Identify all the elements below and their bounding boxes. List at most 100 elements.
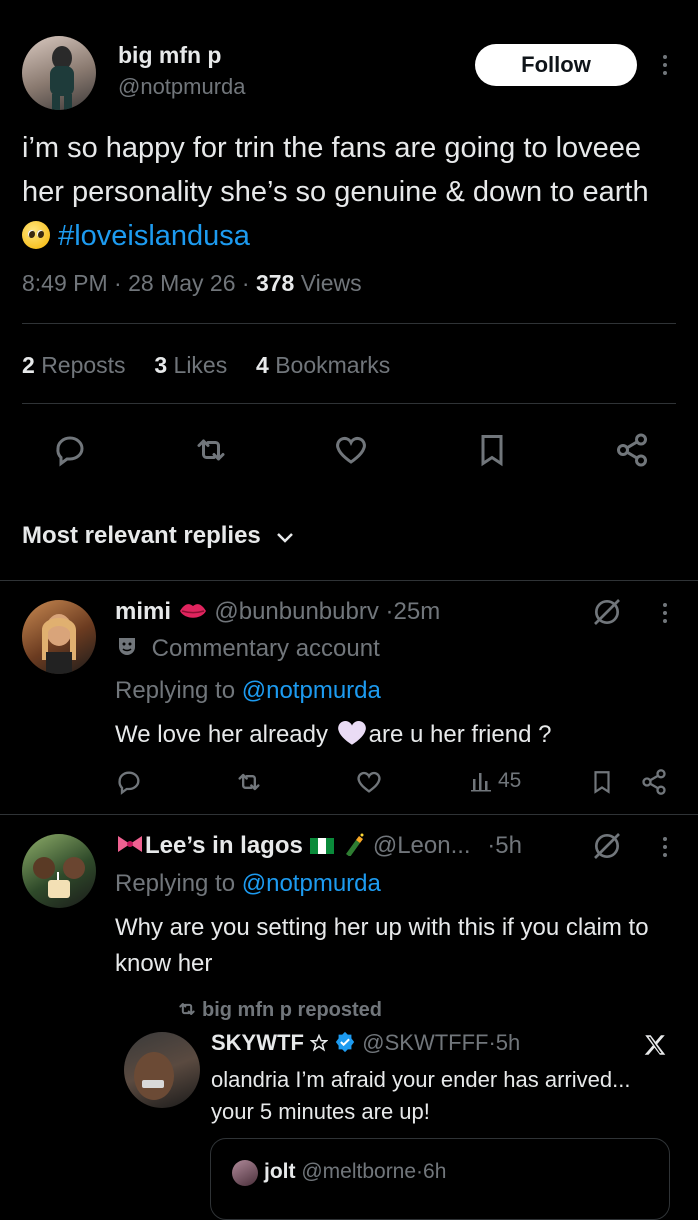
- reply-icon[interactable]: [52, 432, 88, 468]
- replying-to: Replying to @notpmurda: [115, 870, 381, 898]
- like-icon[interactable]: [354, 768, 384, 796]
- likes-stat[interactable]: 3 Likes: [154, 352, 233, 378]
- champagne-icon: [340, 832, 366, 856]
- reposts-count: 2: [22, 352, 35, 378]
- meta-separator: ·: [416, 1160, 424, 1183]
- reply-display-name[interactable]: mimi: [115, 598, 171, 625]
- replying-label: Replying to: [115, 870, 236, 897]
- bookmarks-stat[interactable]: 4 Bookmarks: [256, 352, 390, 378]
- divider: [0, 580, 698, 581]
- bookmarks-count: 4: [256, 352, 269, 378]
- replies-sort-dropdown[interactable]: Most relevant replies: [22, 522, 295, 550]
- meta-separator: ·: [488, 1030, 496, 1055]
- nested-time: 6h: [423, 1160, 447, 1183]
- ribbon-icon: [115, 832, 145, 856]
- analytics-icon: [470, 769, 494, 793]
- follow-button[interactable]: Follow: [475, 44, 637, 86]
- meta-separator: ·: [114, 270, 129, 296]
- avatar-figure: [33, 857, 85, 898]
- author-display-name[interactable]: big mfn p: [118, 42, 221, 69]
- grok-icon[interactable]: [590, 830, 624, 862]
- share-icon[interactable]: [640, 768, 668, 796]
- nigeria-flag-icon: [309, 838, 334, 854]
- quote-avatar[interactable]: [124, 1032, 200, 1108]
- reply-text-part: are u her friend ?: [368, 721, 552, 748]
- x-logo-icon: [642, 1032, 668, 1058]
- pleading-face-emoji: [22, 221, 50, 249]
- reply-header: mimi @bunbunbubrv ·25m: [115, 598, 440, 626]
- reply-avatar[interactable]: [22, 600, 96, 674]
- tweet-date[interactable]: 28 May 26: [128, 270, 235, 296]
- hashtag-link[interactable]: #loveislandusa: [58, 220, 250, 252]
- lips-emoji-icon: [178, 600, 208, 622]
- likes-label: Likes: [173, 352, 228, 378]
- author-avatar[interactable]: [22, 36, 96, 110]
- bookmark-icon[interactable]: [589, 768, 615, 796]
- reply-handle[interactable]: @Leon...: [373, 832, 471, 859]
- divider: [22, 323, 676, 324]
- nested-display-name: jolt: [264, 1160, 296, 1183]
- tweet-meta: 8:49 PM · 28 May 26 · 378 Views: [22, 270, 362, 297]
- verified-badge-icon: [334, 1031, 356, 1053]
- repost-icon[interactable]: [192, 432, 230, 468]
- views-label: Views: [300, 270, 362, 296]
- reply-time[interactable]: 25m: [394, 598, 441, 625]
- more-options-icon[interactable]: [663, 837, 667, 857]
- quote-time[interactable]: 5h: [496, 1030, 520, 1055]
- reposts-label: Reposts: [41, 352, 126, 378]
- meta-separator: ·: [241, 270, 256, 296]
- reply-text: We love her already are u her friend ?: [115, 718, 551, 749]
- views-count: 378: [255, 270, 295, 296]
- bookmarks-label: Bookmarks: [275, 352, 391, 378]
- avatar-figure: [134, 1052, 174, 1100]
- replying-handle-link[interactable]: @notpmurda: [242, 870, 381, 897]
- tweet-body: i’m so happy for trin the fans are going…: [22, 132, 649, 208]
- divider: [22, 403, 676, 404]
- quote-display-name[interactable]: SKYWTF: [211, 1030, 304, 1055]
- reply-time[interactable]: 5h: [495, 832, 522, 859]
- share-icon[interactable]: [614, 432, 650, 468]
- reply-handle[interactable]: @bunbunbubrv: [214, 598, 378, 625]
- likes-count: 3: [154, 352, 168, 378]
- reply-header: Lee’s in lagos @Leon... ·5h: [115, 832, 590, 860]
- reply-text-part: We love her already: [115, 721, 328, 748]
- more-options-icon[interactable]: [663, 55, 667, 75]
- chevron-down-icon: [275, 531, 295, 545]
- repost-icon: [176, 999, 198, 1019]
- commentary-label: Commentary account: [151, 635, 380, 662]
- replying-label: Replying to: [115, 677, 236, 704]
- meta-separator: ·: [385, 598, 394, 625]
- white-heart-icon: [335, 718, 369, 746]
- reply-display-name[interactable]: Lee’s in lagos: [145, 832, 303, 859]
- reposts-stat[interactable]: 2 Reposts: [22, 352, 132, 378]
- reply-icon[interactable]: [115, 768, 143, 796]
- tweet-time[interactable]: 8:49 PM: [22, 270, 108, 296]
- like-icon[interactable]: [332, 432, 370, 468]
- reply-avatar[interactable]: [22, 834, 96, 908]
- divider: [0, 814, 698, 815]
- engagement-stats: 2 Reposts 3 Likes 4 Bookmarks: [22, 352, 390, 379]
- theater-masks-icon: [115, 635, 139, 659]
- repost-icon[interactable]: [234, 768, 264, 796]
- reply-text: Why are you setting her up with this if …: [115, 914, 649, 977]
- grok-icon[interactable]: [590, 596, 624, 628]
- replying-to: Replying to @notpmurda: [115, 677, 381, 705]
- nested-quote-header: jolt @meltborne·6h: [264, 1160, 446, 1184]
- author-handle[interactable]: @notpmurda: [118, 74, 246, 100]
- quote-header: SKYWTF @SKWTFFF·5h: [211, 1030, 520, 1056]
- bookmark-icon[interactable]: [474, 432, 510, 468]
- tweet-text: i’m so happy for trin the fans are going…: [22, 126, 672, 258]
- more-options-icon[interactable]: [663, 603, 667, 623]
- repost-indicator: big mfn p reposted: [176, 999, 382, 1022]
- repost-label: big mfn p reposted: [202, 999, 382, 1021]
- quote-text: olandria I’m afraid your ender has arriv…: [211, 1067, 631, 1124]
- quote-handle[interactable]: @SKWTFFF: [362, 1030, 488, 1055]
- replying-handle-link[interactable]: @notpmurda: [242, 677, 381, 704]
- nested-quote-avatar: [232, 1160, 258, 1186]
- nested-handle: @meltborne: [301, 1160, 417, 1183]
- views-stat[interactable]: 45: [470, 769, 521, 793]
- avatar-figure: [42, 614, 76, 674]
- commentary-badge: Commentary account: [115, 635, 380, 663]
- replies-sort-label: Most relevant replies: [22, 522, 261, 549]
- star-icon: [310, 1034, 329, 1052]
